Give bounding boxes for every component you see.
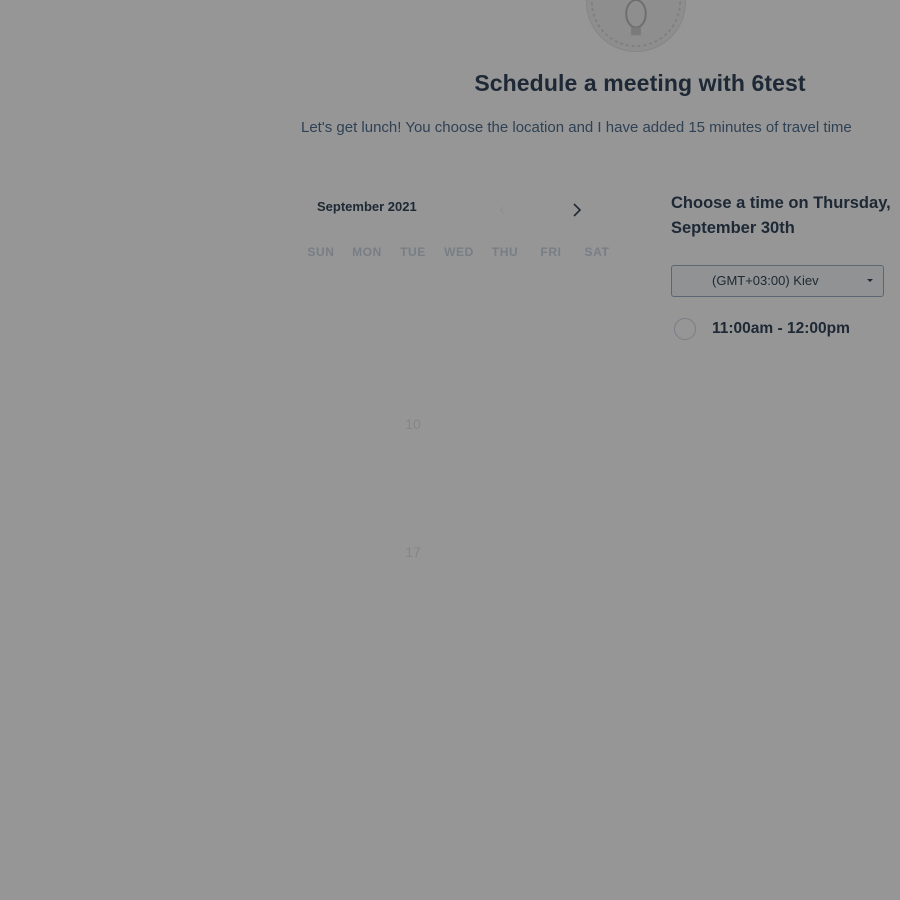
modal-overlay[interactable]	[0, 0, 900, 900]
